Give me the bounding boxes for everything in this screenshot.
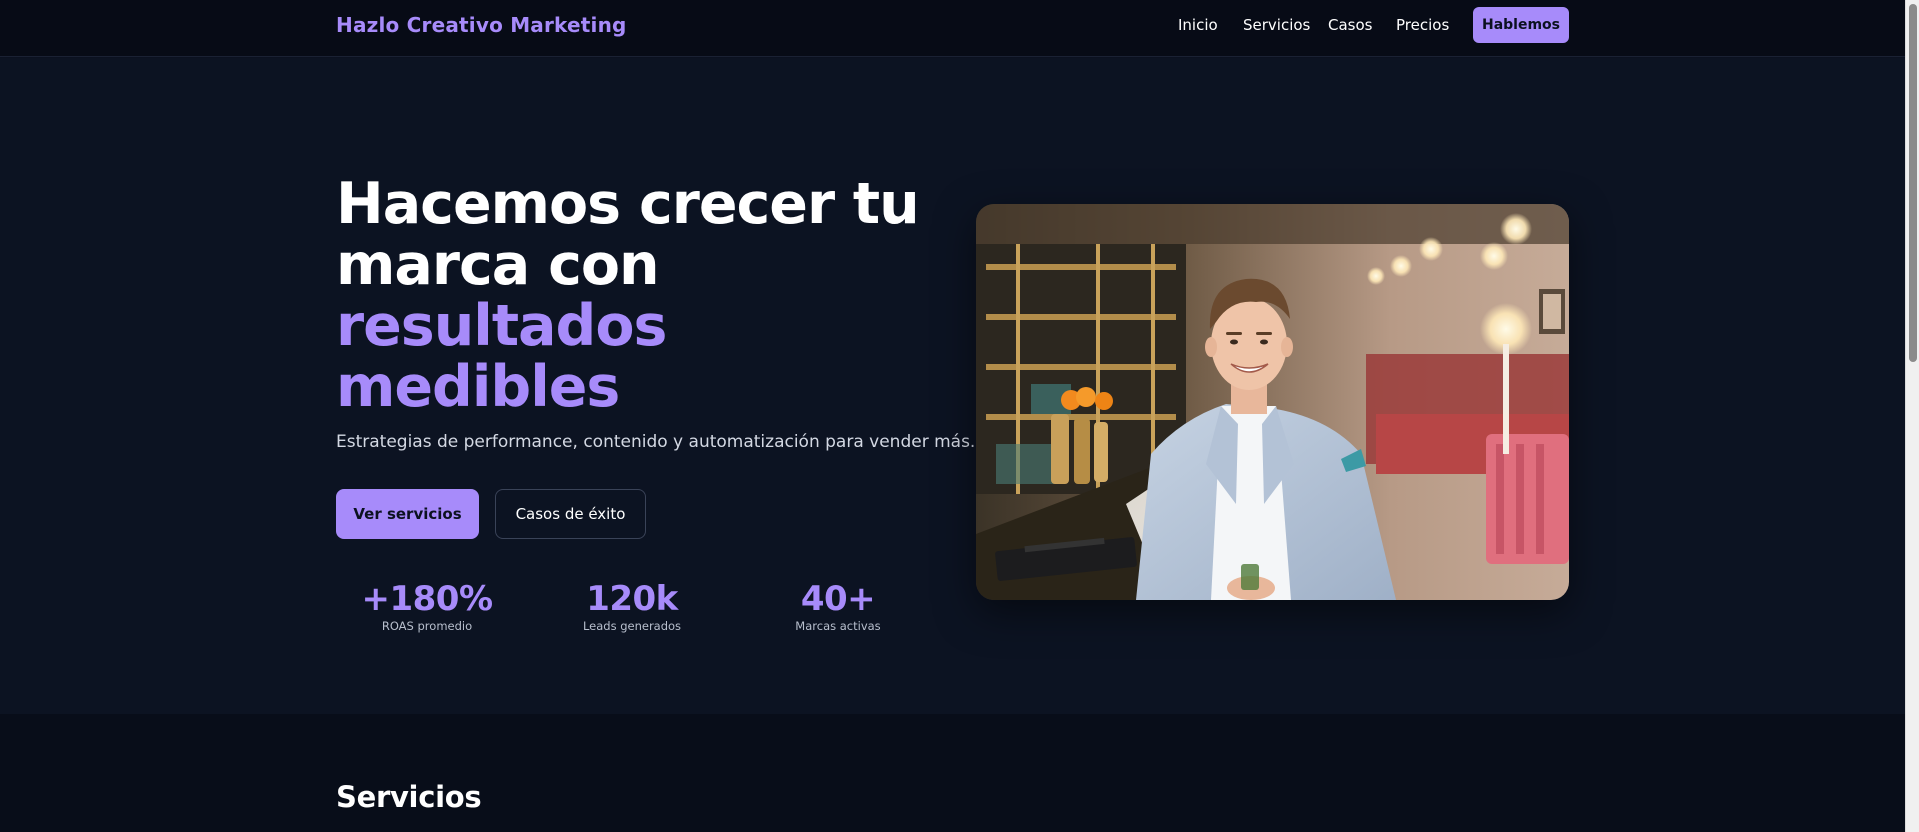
headline-accent-2: medibles — [336, 354, 620, 420]
hero-subhead: Estrategias de performance, contenido y … — [336, 432, 976, 452]
ver-servicios-button[interactable]: Ver servicios — [336, 489, 479, 539]
nav-link-casos[interactable]: Casos — [1328, 16, 1372, 34]
brand-logo[interactable]: Hazlo Creativo Marketing — [336, 13, 627, 37]
stat-roas: +180% ROAS promedio — [337, 580, 517, 633]
page-scrollbar[interactable] — [1905, 0, 1919, 832]
stat-value: 40+ — [800, 579, 876, 619]
hero-photo — [976, 204, 1569, 600]
stat-value: 120k — [586, 579, 678, 619]
stat-label: Leads generados — [582, 619, 682, 633]
stat-label: Marcas activas — [795, 619, 881, 633]
stat-brands: 40+ Marcas activas — [748, 580, 928, 633]
hero-headline: Hacemos crecer tu marca con resultados m… — [336, 174, 936, 418]
scrollbar-thumb[interactable] — [1909, 4, 1917, 362]
casos-de-exito-button[interactable]: Casos de éxito — [495, 489, 646, 539]
nav-link-servicios[interactable]: Servicios — [1243, 16, 1310, 34]
services-title: Servicios — [336, 780, 482, 814]
top-navbar: Hazlo Creativo Marketing Inicio Servicio… — [0, 0, 1905, 57]
nav-link-precios[interactable]: Precios — [1396, 16, 1449, 34]
hero-section: Hacemos crecer tu marca con resultados m… — [0, 58, 1905, 714]
stat-value: +180% — [361, 579, 493, 619]
page: Hazlo Creativo Marketing Inicio Servicio… — [0, 0, 1919, 832]
stat-leads: 120k Leads generados — [542, 580, 722, 633]
services-section: Servicios — [0, 714, 1905, 832]
stat-label: ROAS promedio — [381, 619, 473, 633]
headline-line-2: marca con — [336, 232, 660, 298]
hablemos-button[interactable]: Hablemos — [1473, 7, 1569, 43]
headline-line-1: Hacemos crecer tu — [336, 171, 920, 237]
nav-link-inicio[interactable]: Inicio — [1178, 16, 1218, 34]
headline-accent-1: resultados — [336, 293, 667, 359]
